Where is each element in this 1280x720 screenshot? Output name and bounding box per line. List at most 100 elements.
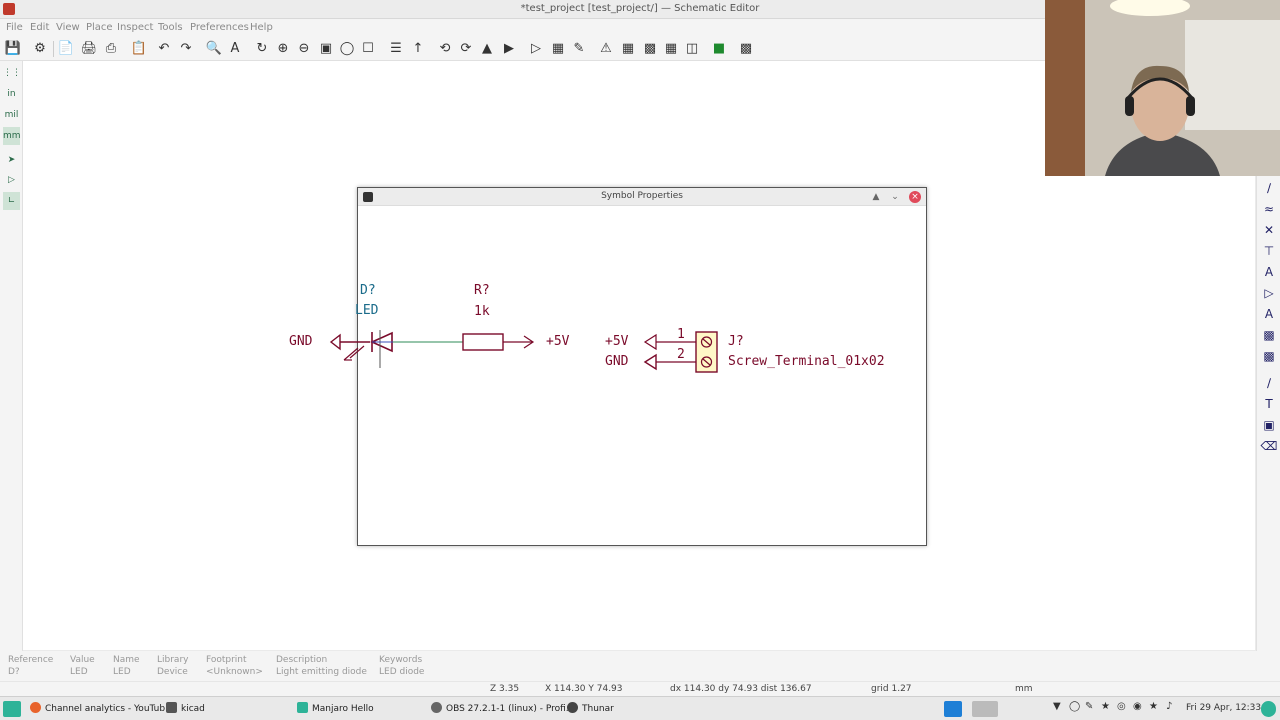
task-manjaro-hello[interactable]: Manjaro Hello: [297, 701, 374, 717]
clipboard-icon[interactable]: ✎: [1085, 701, 1093, 712]
dialog-close-icon[interactable]: ×: [909, 191, 921, 203]
menu-help[interactable]: Help: [250, 22, 273, 33]
dialog-minimize-icon[interactable]: ⌄: [889, 191, 901, 203]
gnd-conn-label[interactable]: GND: [605, 354, 628, 369]
symbol-fields-icon[interactable]: ▦: [619, 40, 637, 58]
find-replace-icon[interactable]: A: [226, 40, 244, 58]
bluetooth-icon[interactable]: ★: [1101, 701, 1110, 712]
bus-icon[interactable]: ≈: [1260, 200, 1278, 218]
workspace-1-icon[interactable]: [944, 701, 962, 717]
task-channel-analytics[interactable]: Channel analytics - YouTub...: [30, 701, 174, 717]
menu-place[interactable]: Place: [86, 22, 113, 33]
task-label: Thunar: [582, 704, 614, 714]
delete-icon[interactable]: ⌫: [1260, 437, 1278, 455]
dialog-keep-above-icon[interactable]: ▲: [870, 191, 882, 203]
left-toolbar: ⋮⋮ in mil mm ➤ ▷ ∟: [0, 61, 23, 651]
task-thunar[interactable]: Thunar: [567, 701, 614, 717]
wire-icon[interactable]: ∕: [1260, 179, 1278, 197]
zoom-objects-icon[interactable]: ◯: [338, 40, 356, 58]
msg-keywords-value: LED diode: [379, 667, 425, 677]
scripting-console-icon[interactable]: ▩: [737, 40, 755, 58]
led-value[interactable]: LED: [355, 303, 378, 318]
edit-fields-table-icon[interactable]: ▦: [662, 40, 680, 58]
mirror-v-icon[interactable]: ▲: [478, 40, 496, 58]
save-icon[interactable]: 💾: [4, 40, 22, 58]
mirror-h-icon[interactable]: ▶: [500, 40, 518, 58]
task-kicad[interactable]: kicad: [166, 701, 205, 717]
msg-reference-label: Reference: [8, 655, 54, 665]
menu-view[interactable]: View: [56, 22, 80, 33]
units-mm-button[interactable]: mm: [3, 127, 21, 145]
line-mode-icon[interactable]: ∟: [3, 192, 20, 210]
rotate-ccw-icon[interactable]: ⟲: [436, 40, 454, 58]
connector-reference[interactable]: J?: [728, 334, 744, 349]
bom-icon[interactable]: ◫: [683, 40, 701, 58]
cursor-icon[interactable]: ➤: [3, 151, 20, 169]
menu-tools[interactable]: Tools: [158, 22, 183, 33]
menu-file[interactable]: File: [6, 22, 23, 33]
zoom-out-icon[interactable]: ⊖: [295, 40, 313, 58]
tray-extra-icon[interactable]: ★: [1149, 701, 1158, 712]
grid-toggle-icon[interactable]: ⋮⋮: [3, 64, 21, 82]
hier-label-icon[interactable]: A: [1260, 305, 1278, 323]
manjaro-tray-icon[interactable]: [1261, 701, 1276, 717]
hierarchy-icon[interactable]: ☰: [387, 40, 405, 58]
menu-edit[interactable]: Edit: [30, 22, 49, 33]
resistor-reference[interactable]: R?: [474, 283, 490, 298]
symbol-browser-icon[interactable]: ▦: [549, 40, 567, 58]
msg-footprint-label: Footprint: [206, 655, 247, 665]
resistor-value[interactable]: 1k: [474, 304, 490, 319]
pcb-editor-icon[interactable]: ■: [710, 40, 728, 58]
msg-value: Value LED: [70, 655, 95, 679]
erc-icon[interactable]: ⚠: [597, 40, 615, 58]
zoom-selection-icon[interactable]: ☐: [359, 40, 377, 58]
start-menu-icon[interactable]: [3, 701, 21, 717]
msg-keywords-label: Keywords: [379, 655, 423, 665]
annotate-icon[interactable]: ✎: [570, 40, 588, 58]
rotate-cw-icon[interactable]: ⟳: [457, 40, 475, 58]
paste-icon[interactable]: 📋: [130, 40, 148, 58]
print-icon[interactable]: 🖨: [80, 40, 98, 58]
line-icon[interactable]: ∕: [1260, 374, 1278, 392]
obs-tray-icon[interactable]: ◉: [1133, 701, 1142, 712]
refresh-icon[interactable]: ↻: [253, 40, 271, 58]
workspace-2-icon[interactable]: [972, 701, 998, 717]
zoom-in-icon[interactable]: ⊕: [274, 40, 292, 58]
add-power-icon[interactable]: ▩: [1260, 347, 1278, 365]
gnd-left-label[interactable]: GND: [289, 334, 312, 349]
add-symbol-icon[interactable]: ▩: [1260, 326, 1278, 344]
led-reference[interactable]: D?: [360, 283, 376, 298]
connector-value[interactable]: Screw_Terminal_01x02: [728, 354, 885, 369]
undo-icon[interactable]: ↶: [155, 40, 173, 58]
page-settings-icon[interactable]: 📄: [57, 40, 75, 58]
global-label-icon[interactable]: ▷: [1260, 284, 1278, 302]
find-icon[interactable]: 🔍: [205, 40, 223, 58]
zoom-fit-icon[interactable]: ▣: [317, 40, 335, 58]
net-label-icon[interactable]: A: [1260, 263, 1278, 281]
volume-icon[interactable]: ♪: [1166, 701, 1172, 712]
leave-sheet-icon[interactable]: ↑: [409, 40, 427, 58]
plus5v-conn-label[interactable]: +5V: [605, 334, 628, 349]
menu-preferences[interactable]: Preferences: [190, 22, 249, 33]
text-icon[interactable]: T: [1260, 395, 1278, 413]
network-icon[interactable]: ▼: [1053, 701, 1061, 712]
redo-icon[interactable]: ↷: [177, 40, 195, 58]
status-bar: Z 3.35 X 114.30 Y 74.93 dx 114.30 dy 74.…: [0, 681, 1280, 696]
menu-inspect[interactable]: Inspect: [117, 22, 153, 33]
hidden-pins-icon[interactable]: ▷: [3, 171, 20, 189]
clock[interactable]: Fri 29 Apr, 12:33: [1186, 703, 1261, 713]
units-inch-button[interactable]: in: [3, 85, 20, 103]
symbol-editor-icon[interactable]: ▷: [527, 40, 545, 58]
no-connect-icon[interactable]: ✕: [1260, 221, 1278, 239]
plus5v-label[interactable]: +5V: [546, 334, 569, 349]
msg-description-value: Light emitting diode: [276, 667, 367, 677]
image-icon[interactable]: ▣: [1260, 416, 1278, 434]
task-obs[interactable]: OBS 27.2.1-1 (linux) - Profi...: [431, 701, 574, 717]
plot-icon[interactable]: ⎙: [102, 40, 120, 58]
units-mil-button[interactable]: mil: [3, 106, 20, 124]
schematic-setup-icon[interactable]: ⚙: [31, 40, 49, 58]
updates-icon[interactable]: ◯: [1069, 701, 1080, 712]
junction-icon[interactable]: ⊤: [1260, 242, 1278, 260]
assign-footprints-icon[interactable]: ▩: [641, 40, 659, 58]
wifi-icon[interactable]: ◎: [1117, 701, 1126, 712]
